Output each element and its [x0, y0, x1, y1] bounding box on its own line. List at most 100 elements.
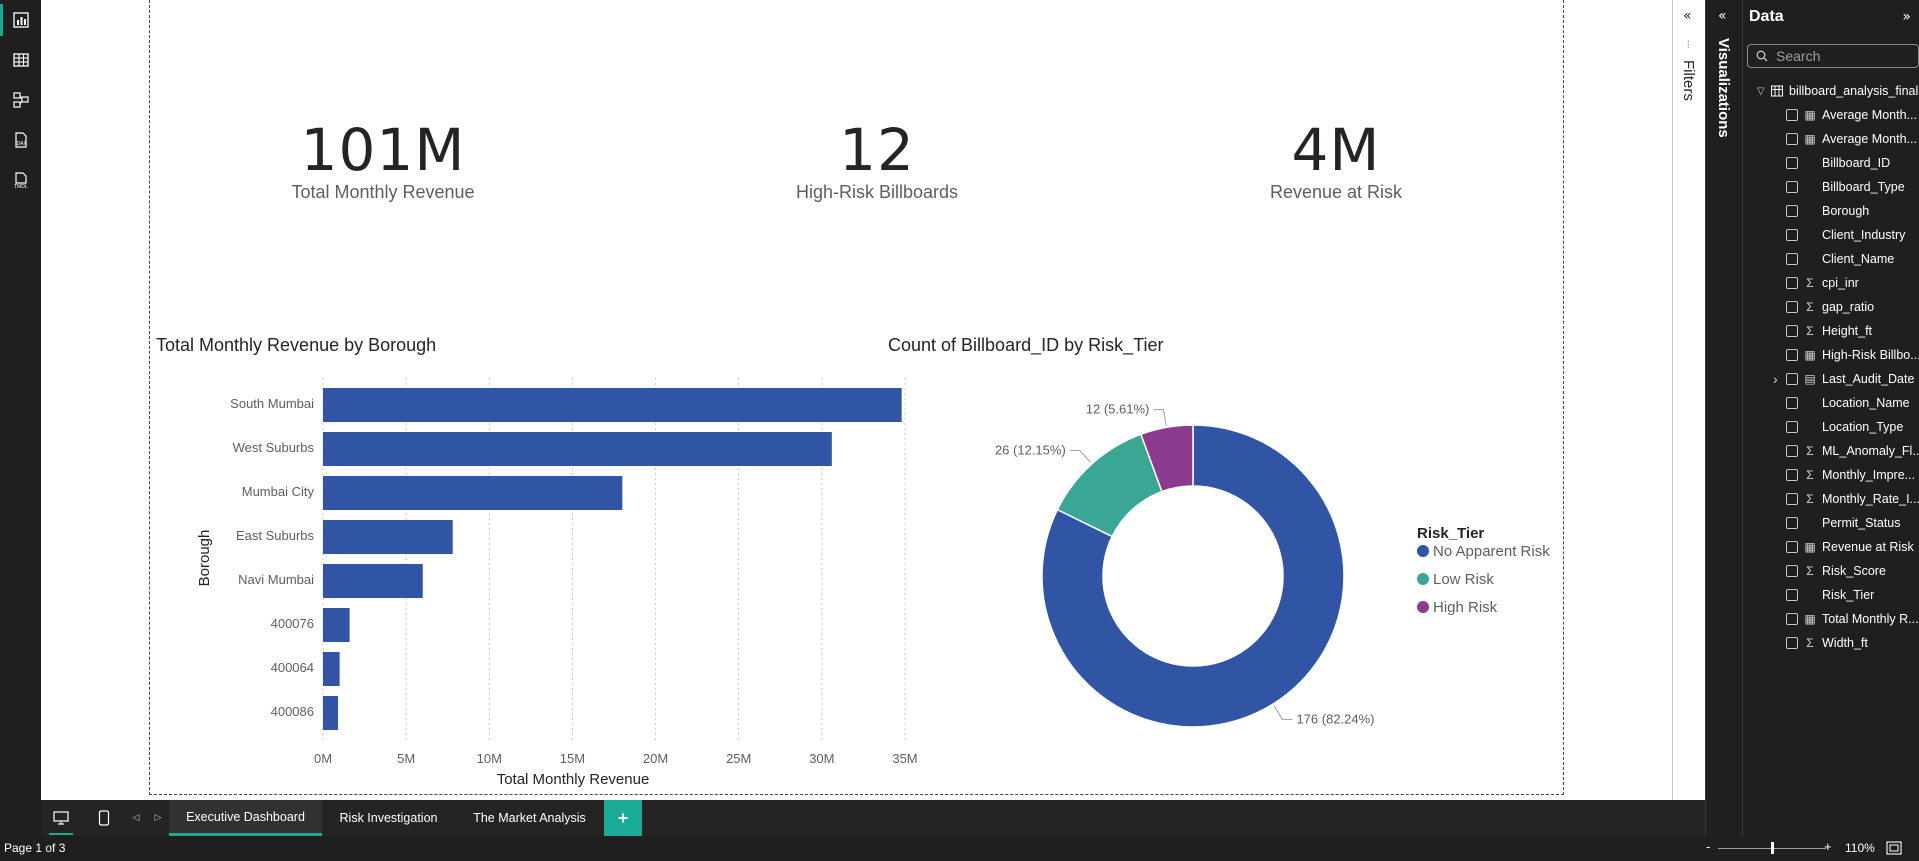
bar[interactable] — [323, 432, 832, 466]
field-checkbox[interactable] — [1786, 613, 1798, 625]
legend-item[interactable]: Low Risk — [1433, 571, 1494, 588]
mobile-layout-icon[interactable] — [91, 800, 117, 836]
chevron-right-icon[interactable]: › — [1773, 371, 1778, 387]
zoom-out-button[interactable]: - — [1706, 839, 1710, 854]
search-box[interactable] — [1747, 44, 1919, 68]
field-item[interactable]: Σ ML_Anomaly_Fl... — [1743, 439, 1919, 463]
search-input[interactable] — [1776, 48, 1916, 64]
field-checkbox[interactable] — [1786, 469, 1798, 481]
field-item[interactable]: Location_Type — [1743, 415, 1919, 439]
field-checkbox[interactable] — [1786, 253, 1798, 265]
field-checkbox[interactable] — [1786, 517, 1798, 529]
field-checkbox[interactable] — [1786, 589, 1798, 601]
x-axis-title: Total Monthly Revenue — [497, 771, 650, 788]
bar[interactable] — [323, 564, 423, 598]
donut-chart[interactable]: 176 (82.24%) 26 (12.15%) 12 (5.61%) Risk_T… — [921, 370, 1611, 770]
field-checkbox[interactable] — [1786, 325, 1798, 337]
field-checkbox[interactable] — [1786, 397, 1798, 409]
field-checkbox[interactable] — [1786, 373, 1798, 385]
bar[interactable] — [323, 608, 350, 642]
table-node[interactable]: ▽ billboard_analysis_final — [1743, 79, 1919, 103]
field-item[interactable]: Permit_Status — [1743, 511, 1919, 535]
field-item[interactable]: Client_Name — [1743, 247, 1919, 271]
kpi-card-high-risk[interactable]: 12 High-Risk Billboards — [667, 116, 1087, 203]
bar-chart[interactable]: South Mumbai West Suburbs Mumbai City East … — [141, 370, 921, 795]
bar[interactable] — [323, 476, 623, 510]
field-item[interactable]: Σcpi_inr — [1743, 271, 1919, 295]
field-checkbox[interactable] — [1786, 565, 1798, 577]
bar[interactable] — [323, 696, 338, 730]
tab-scroll-right-icon[interactable]: ▷ — [151, 800, 165, 836]
table-view-icon[interactable] — [0, 40, 41, 80]
field-item[interactable]: Billboard_ID — [1743, 151, 1919, 175]
zoom-in-button[interactable]: + — [1824, 839, 1832, 854]
field-item[interactable]: ▦ Average Month... — [1743, 127, 1919, 151]
bar-chart-title: Total Monthly Revenue by Borough — [156, 335, 437, 355]
field-checkbox[interactable] — [1786, 421, 1798, 433]
field-item[interactable]: Risk_Tier — [1743, 583, 1919, 607]
tmdl-view-icon[interactable]: TMDL — [0, 160, 41, 200]
field-item[interactable]: ▦ Total Monthly R... — [1743, 607, 1919, 631]
zoom-slider[interactable] — [1718, 842, 1826, 854]
field-checkbox[interactable] — [1786, 301, 1798, 313]
expand-filters-icon[interactable]: « — [1683, 8, 1692, 24]
field-checkbox[interactable] — [1786, 349, 1798, 361]
collapse-data-icon[interactable]: » — [1902, 9, 1911, 25]
bar[interactable] — [323, 652, 340, 686]
field-item[interactable]: Σ Height_ft — [1743, 319, 1919, 343]
kpi-value: 12 — [839, 116, 915, 184]
tab-market-analysis[interactable]: The Market Analysis — [455, 800, 604, 836]
field-item[interactable]: Σgap_ratio — [1743, 295, 1919, 319]
field-checkbox[interactable] — [1786, 541, 1798, 553]
add-page-button[interactable]: + — [604, 800, 642, 836]
field-checkbox[interactable] — [1786, 229, 1798, 241]
calc-icon: ▦ — [1804, 108, 1816, 122]
tab-risk-investigation[interactable]: Risk Investigation — [322, 800, 455, 836]
field-checkbox[interactable] — [1786, 277, 1798, 289]
dax-query-icon[interactable]: DAX — [0, 120, 41, 160]
visualizations-label[interactable]: Visualizations — [1715, 38, 1732, 138]
visualizations-pane[interactable]: « Visualizations — [1705, 0, 1742, 836]
data-label: 26 (12.15%) — [995, 443, 1066, 458]
model-view-icon[interactable] — [0, 80, 41, 120]
chevron-down-icon[interactable]: ▽ — [1757, 86, 1771, 97]
bar[interactable] — [323, 520, 453, 554]
field-item[interactable]: Billboard_Type — [1743, 175, 1919, 199]
field-checkbox[interactable] — [1786, 157, 1798, 169]
field-checkbox[interactable] — [1786, 637, 1798, 649]
field-item[interactable]: ▦ Average Month... — [1743, 103, 1919, 127]
report-view-icon[interactable] — [0, 0, 41, 40]
field-name: gap_ratio — [1822, 300, 1875, 314]
tab-executive-dashboard[interactable]: Executive Dashboard — [169, 800, 322, 836]
legend-item[interactable]: No Apparent Risk — [1433, 543, 1550, 560]
legend-item[interactable]: High Risk — [1433, 599, 1498, 616]
desktop-layout-icon[interactable] — [46, 800, 76, 836]
kpi-card-revenue-at-risk[interactable]: 4M Revenue at Risk — [1126, 116, 1546, 203]
field-checkbox[interactable] — [1786, 133, 1798, 145]
fit-to-page-icon[interactable] — [1886, 841, 1902, 855]
expand-visualizations-icon[interactable]: « — [1718, 8, 1727, 24]
field-item[interactable]: Location_Name — [1743, 391, 1919, 415]
field-item[interactable]: › ▤ Last_Audit_Date — [1743, 367, 1919, 391]
field-item[interactable]: Σ Width_ft — [1743, 631, 1919, 655]
field-checkbox[interactable] — [1786, 493, 1798, 505]
field-name: Revenue at Risk — [1822, 540, 1914, 554]
field-item[interactable]: Σ Risk_Score — [1743, 559, 1919, 583]
zoom-slider-thumb[interactable] — [1770, 842, 1774, 854]
field-checkbox[interactable] — [1786, 181, 1798, 193]
field-item[interactable]: Σ Monthly_Impre... — [1743, 463, 1919, 487]
sigma-icon: Σ — [1806, 492, 1814, 506]
kpi-card-total-revenue[interactable]: 101M Total Monthly Revenue — [173, 116, 593, 203]
tab-scroll-left-icon[interactable]: ◁ — [129, 800, 143, 836]
field-item[interactable]: Σ Monthly_Rate_I... — [1743, 487, 1919, 511]
bar[interactable] — [323, 388, 902, 422]
field-checkbox[interactable] — [1786, 109, 1798, 121]
filters-pane[interactable]: « ⫶ Filters — [1672, 0, 1705, 800]
field-checkbox[interactable] — [1786, 205, 1798, 217]
field-checkbox[interactable] — [1786, 445, 1798, 457]
field-item[interactable]: ▦ High-Risk Billbo... — [1743, 343, 1919, 367]
field-item[interactable]: Borough — [1743, 199, 1919, 223]
filters-label[interactable]: Filters — [1680, 60, 1697, 101]
field-item[interactable]: Client_Industry — [1743, 223, 1919, 247]
field-item[interactable]: ▦ Revenue at Risk — [1743, 535, 1919, 559]
